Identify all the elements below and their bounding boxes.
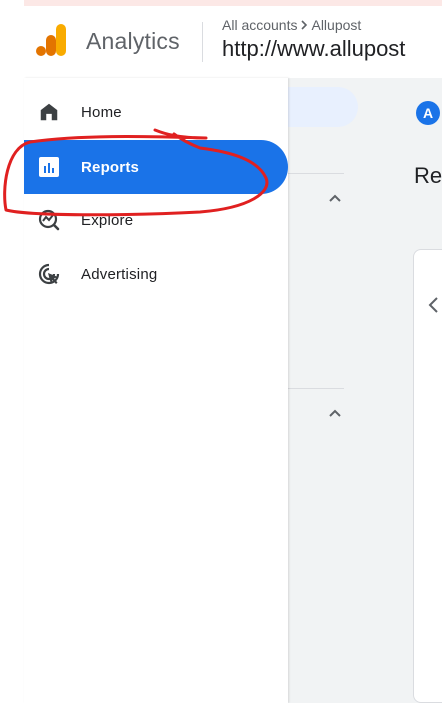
analytics-logo-icon[interactable] xyxy=(36,24,66,56)
section-divider xyxy=(288,173,344,174)
left-margin xyxy=(0,0,24,703)
main-nav-drawer: Home Reports Explore Advertising xyxy=(24,78,288,703)
advertising-icon xyxy=(37,262,61,286)
chevron-up-icon[interactable] xyxy=(326,405,344,423)
nav-item-label: Explore xyxy=(81,211,134,229)
page-title: Re xyxy=(414,163,442,188)
reports-icon xyxy=(37,155,61,179)
chevron-right-icon xyxy=(300,17,308,33)
property-selector[interactable]: http://www.allupost xyxy=(222,36,405,62)
nav-item-label: Advertising xyxy=(81,265,158,283)
breadcrumb-accounts[interactable]: All accounts xyxy=(222,17,297,33)
explore-icon xyxy=(37,208,61,232)
home-icon xyxy=(37,100,61,124)
section-divider xyxy=(288,388,344,389)
app-header: Analytics All accounts Allupost http://ww… xyxy=(24,6,442,79)
avatar[interactable]: A xyxy=(416,101,440,125)
secondary-nav-highlight[interactable] xyxy=(288,87,358,127)
nav-item-home[interactable]: Home xyxy=(24,85,288,139)
nav-item-advertising[interactable]: Advertising xyxy=(24,247,288,301)
chevron-left-icon[interactable] xyxy=(425,296,442,314)
nav-item-label: Reports xyxy=(81,158,140,176)
header-divider xyxy=(202,22,203,62)
nav-item-reports[interactable]: Reports xyxy=(24,140,288,194)
chevron-up-icon[interactable] xyxy=(326,190,344,208)
nav-item-label: Home xyxy=(81,103,122,121)
app-title: Analytics xyxy=(86,28,180,54)
content-card xyxy=(413,249,442,703)
breadcrumb-account-name[interactable]: Allupost xyxy=(311,17,361,33)
nav-item-explore[interactable]: Explore xyxy=(24,193,288,247)
breadcrumb[interactable]: All accounts Allupost xyxy=(222,17,361,33)
